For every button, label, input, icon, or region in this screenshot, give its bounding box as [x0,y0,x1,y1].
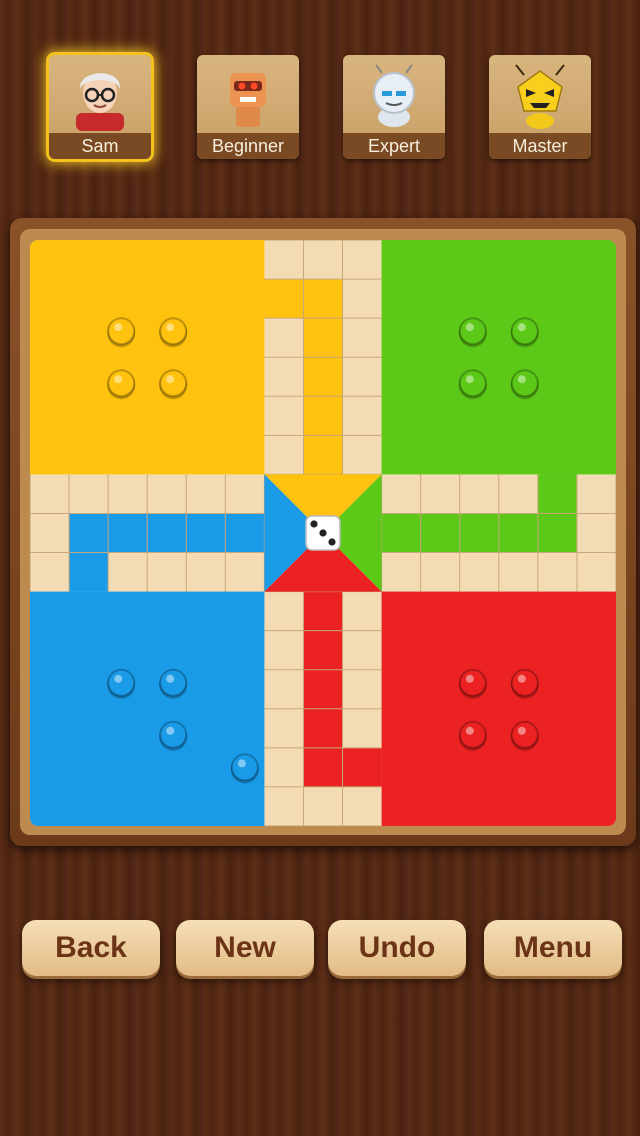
green-token [510,317,539,346]
yellow-token-shine [114,375,123,384]
blue-token-on-track [230,753,259,782]
player-name: Master [489,133,591,159]
track-cell [147,513,187,553]
ludo-board [30,240,616,826]
green-base [381,240,616,475]
yellow-token [107,369,136,398]
yellow-base [30,240,265,475]
red-token [458,720,487,749]
green-token-shine [465,323,474,332]
track-cell [225,513,265,553]
blue-token-shine [166,674,175,683]
player-card-master[interactable]: Master [489,55,591,159]
green-token [458,317,487,346]
yellow-token [159,369,188,398]
red-token [510,720,539,749]
sam-avatar-icon [76,73,124,131]
dice-pip [328,538,336,546]
track-cell [303,708,343,748]
blue-token [159,668,188,697]
green-token-shine [517,323,526,332]
red-token-shine [517,726,526,735]
track-cell [459,513,499,553]
player-name: Sam [49,133,151,159]
red-base [381,591,616,826]
green-token [458,369,487,398]
menu-button[interactable]: Menu [484,920,622,976]
player-card-sam[interactable]: Sam [49,55,151,159]
silver-robot-avatar-icon [373,64,415,127]
green-token-shine [517,375,526,384]
track-cell [303,279,343,319]
blue-token [159,720,188,749]
red-token-shine [517,674,526,683]
green-token [510,369,539,398]
track-cell [342,747,382,787]
green-token-shine [465,375,474,384]
yellow-token [159,317,188,346]
yellow-bot-avatar-icon [515,64,565,129]
dice-pip [310,520,318,528]
red-token [510,668,539,697]
undo-button[interactable]: Undo [328,920,466,976]
track-cell [69,513,109,553]
red-token-shine [465,726,474,735]
dice-pip [319,529,327,537]
player-bar: Sam Beginner Expert Master [0,0,640,200]
track-cell [420,513,460,553]
track-cell [186,513,226,553]
yellow-token-shine [114,323,123,332]
robot-avatar-icon [230,73,266,127]
blue-token-shine [114,674,123,683]
red-token-shine [465,674,474,683]
blue-token-shine [166,726,175,735]
track-cell [303,591,343,631]
back-button[interactable]: Back [22,920,160,976]
new-button[interactable]: New [176,920,314,976]
track-cell [498,513,538,553]
track-cell [303,318,343,358]
track-cell [303,669,343,709]
track-cell [264,279,304,319]
blue-token [107,668,136,697]
player-name: Expert [343,133,445,159]
blue-base [30,591,265,826]
blue-token-on-track-shine [237,759,246,768]
track-cell [303,435,343,475]
dice [305,515,341,551]
track-cell [537,474,577,514]
track-cell [303,396,343,436]
yellow-token-shine [166,375,175,384]
track-cell [381,513,421,553]
track-cell [303,747,343,787]
yellow-token [107,317,136,346]
track-cell [108,513,148,553]
track-cell [303,357,343,397]
red-token [458,668,487,697]
player-card-beginner[interactable]: Beginner [197,55,299,159]
track-cell [69,552,109,592]
track-cell [303,630,343,670]
player-name: Beginner [197,133,299,159]
player-card-expert[interactable]: Expert [343,55,445,159]
yellow-token-shine [166,323,175,332]
track-cell [537,513,577,553]
